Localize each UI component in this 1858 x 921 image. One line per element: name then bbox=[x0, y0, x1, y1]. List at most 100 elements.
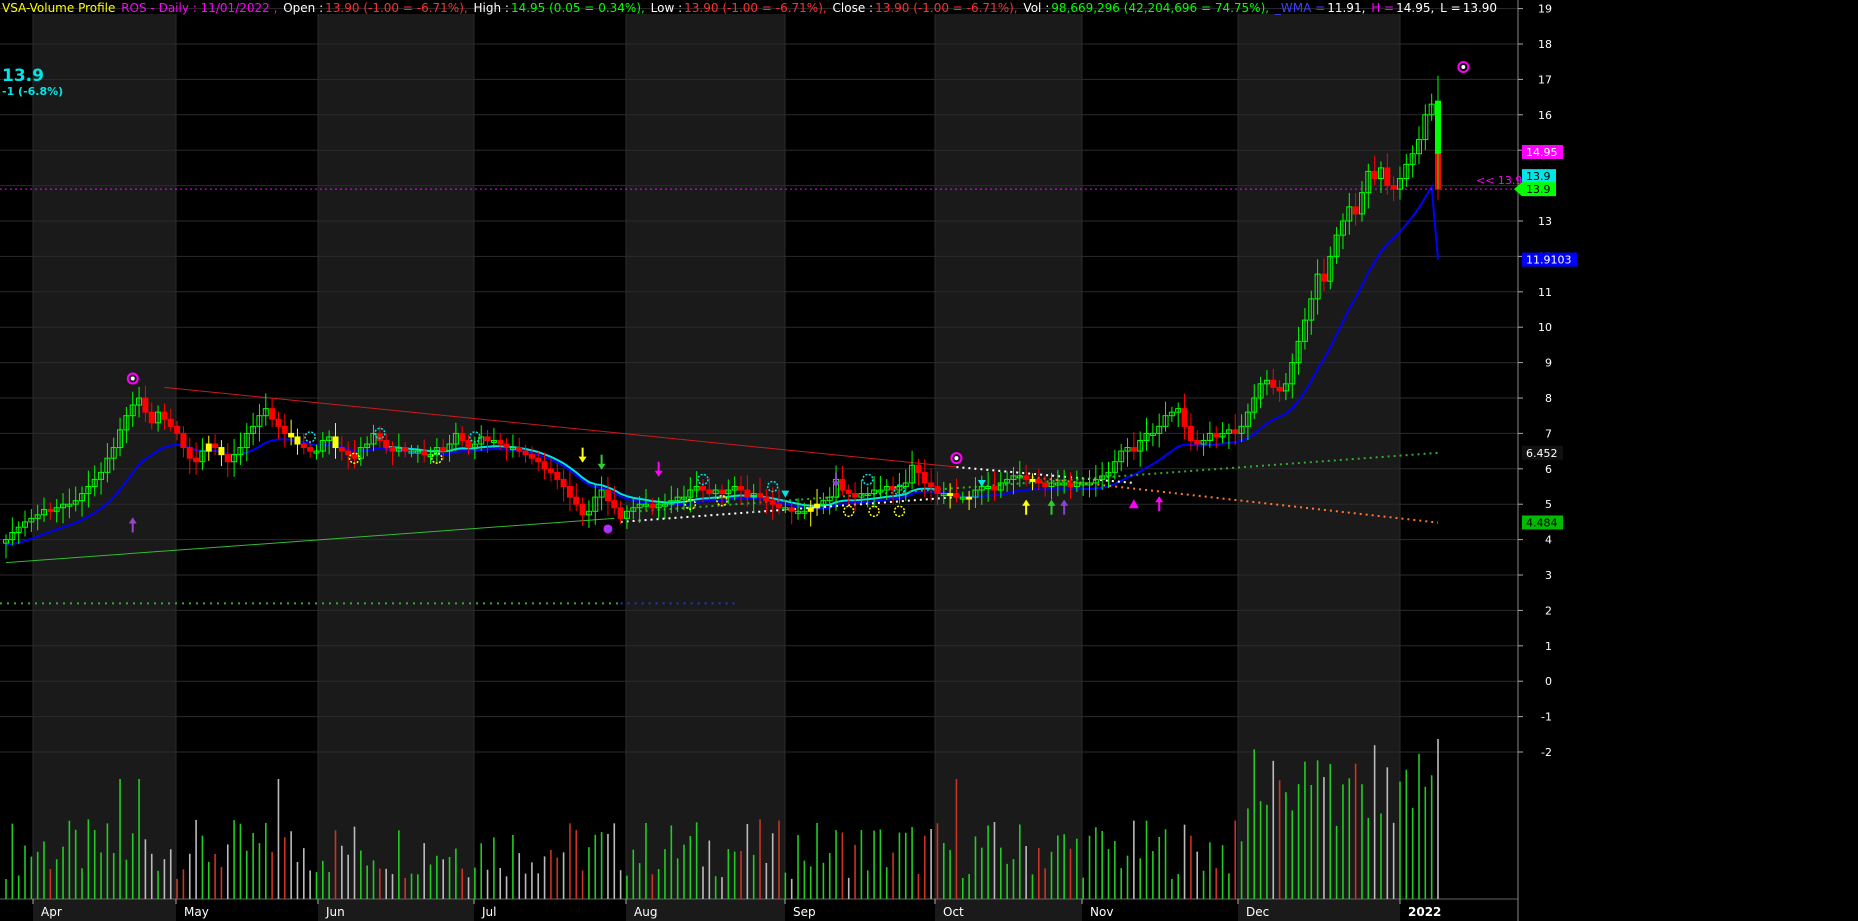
volume-bar bbox=[892, 852, 894, 899]
candle-body bbox=[421, 450, 428, 456]
candle-body bbox=[852, 493, 859, 498]
low-value: 13.90 (-1.00 = -6.71%), bbox=[684, 1, 827, 15]
x-tick-label: Dec bbox=[1246, 905, 1269, 919]
candle-body bbox=[763, 496, 770, 502]
volume-bar bbox=[1076, 838, 1078, 899]
volume-bar bbox=[714, 876, 717, 899]
volume-bar bbox=[999, 847, 1002, 899]
volume-bar bbox=[550, 849, 552, 899]
volume-bar bbox=[860, 830, 863, 899]
volume-bar bbox=[904, 832, 907, 899]
volume-bar bbox=[1012, 859, 1015, 899]
volume-bar bbox=[150, 853, 153, 899]
volume-bar bbox=[613, 823, 616, 899]
x-tick-label: 2022 bbox=[1408, 905, 1441, 919]
candle-body bbox=[617, 507, 624, 519]
volume-bar bbox=[201, 835, 204, 899]
candle-body bbox=[522, 450, 529, 456]
volume-bar bbox=[404, 877, 406, 899]
volume-bar bbox=[543, 856, 546, 899]
y-tick-label: 0 bbox=[1545, 675, 1552, 688]
candle-body bbox=[807, 507, 814, 512]
volume-bar bbox=[252, 832, 254, 899]
volume-bar bbox=[5, 879, 7, 899]
candle-body bbox=[845, 489, 852, 495]
volume-bar bbox=[822, 862, 825, 899]
x-tick-label: Jun bbox=[325, 905, 345, 919]
candle-body bbox=[1352, 206, 1359, 215]
candle-body bbox=[497, 439, 504, 445]
volume-bar bbox=[1272, 760, 1275, 899]
candle-body bbox=[1270, 379, 1277, 388]
x-tick-label: Sep bbox=[793, 905, 816, 919]
candle-body bbox=[839, 478, 846, 491]
volume-bar bbox=[1228, 873, 1230, 899]
last-change: -1 (-6.8%) bbox=[2, 85, 64, 98]
volume-bar bbox=[455, 848, 457, 899]
volume-bar bbox=[778, 820, 780, 899]
volume-bar bbox=[518, 853, 521, 899]
volume-bar bbox=[1107, 849, 1110, 899]
volume-bar bbox=[1164, 829, 1167, 899]
volume-bar bbox=[923, 835, 926, 899]
volume-bar bbox=[930, 828, 932, 899]
candle-body bbox=[307, 447, 314, 452]
candle-body bbox=[345, 450, 352, 456]
candle-body bbox=[769, 500, 776, 505]
candle-body bbox=[921, 471, 928, 484]
volume-bar bbox=[11, 823, 14, 899]
candle-body bbox=[1023, 475, 1030, 480]
volume-bar bbox=[721, 877, 723, 899]
volume-bar bbox=[486, 869, 489, 899]
volume-bar bbox=[1342, 784, 1344, 899]
candle-body bbox=[991, 486, 998, 491]
volume-bar bbox=[1126, 855, 1129, 899]
price-label-text: 14.95 bbox=[1526, 146, 1558, 159]
volume-bar bbox=[283, 837, 286, 899]
volume-bar bbox=[803, 860, 806, 899]
chart-window[interactable]: 191817161514131211109876543210-1-2AprMay… bbox=[0, 0, 1858, 921]
candle-body bbox=[1213, 432, 1220, 438]
candle-body bbox=[484, 436, 491, 441]
candle-body bbox=[573, 496, 580, 505]
volume-bar bbox=[1367, 817, 1370, 899]
volume-bar bbox=[195, 819, 197, 899]
high-value: 14.95 (0.05 = 0.34%), bbox=[510, 1, 645, 15]
candle-body bbox=[300, 443, 307, 449]
volume-bar bbox=[182, 869, 185, 899]
candle-body bbox=[1320, 273, 1327, 282]
symbol-info: ROS - Daily : 11/01/2022 , bbox=[121, 1, 278, 15]
candle-body bbox=[966, 496, 973, 500]
volume-bar bbox=[898, 832, 901, 899]
volume-bar bbox=[1183, 824, 1186, 899]
price-label-text: 13.9 bbox=[1526, 183, 1551, 196]
volume-bar bbox=[372, 860, 375, 899]
volume-bar bbox=[1082, 877, 1084, 899]
volume-bar bbox=[125, 859, 128, 899]
volume-bar bbox=[360, 850, 362, 899]
price-chart[interactable]: 191817161514131211109876543210-1-2AprMay… bbox=[0, 0, 1858, 921]
volume-bar bbox=[328, 872, 330, 899]
y-tick-label: -1 bbox=[1541, 711, 1552, 724]
volume-bar bbox=[638, 863, 641, 899]
volume-bar bbox=[1310, 784, 1313, 899]
h-value: 14.95, bbox=[1396, 1, 1435, 15]
volume-bar bbox=[1101, 830, 1103, 899]
volume-bar bbox=[1304, 761, 1306, 899]
candle-body bbox=[338, 447, 345, 452]
last-candle-body bbox=[1435, 100, 1441, 154]
close-label: Close : bbox=[832, 1, 874, 15]
candle-body bbox=[947, 493, 954, 497]
volume-bar bbox=[980, 847, 983, 899]
volume-bar bbox=[1430, 775, 1433, 899]
open-label: Open : bbox=[283, 1, 324, 15]
volume-bar bbox=[816, 822, 818, 899]
volume-bar bbox=[296, 862, 299, 899]
volume-bar bbox=[1145, 820, 1148, 899]
y-tick-label: 9 bbox=[1545, 357, 1552, 370]
candle-body bbox=[503, 443, 510, 449]
volume-bar bbox=[1354, 763, 1357, 899]
volume-bar bbox=[1095, 827, 1097, 899]
volume-bar bbox=[245, 850, 248, 899]
volume-bar bbox=[1323, 777, 1325, 899]
